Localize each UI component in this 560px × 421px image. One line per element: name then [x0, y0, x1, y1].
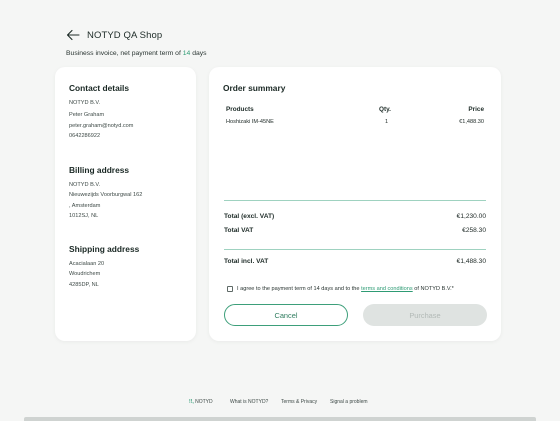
contact-company: NOTYD B.V.	[69, 100, 101, 106]
billing-title: Billing address	[69, 165, 130, 175]
agreement-suffix: of NOTYD B.V.*	[412, 286, 454, 292]
shipping-street: Acacialaan 20	[69, 261, 105, 267]
contact-title: Contact details	[69, 83, 130, 93]
agreement-row: I agree to the payment term of 14 days a…	[227, 286, 454, 292]
item-qty: 1	[385, 119, 389, 125]
billing-postcode: 1012SJ, NL	[69, 213, 99, 220]
invoice-subtitle: Business invoice, net payment term of 14…	[66, 50, 207, 57]
column-price: Price	[468, 106, 484, 113]
footer-link-terms[interactable]: Terms & Privacy	[281, 399, 317, 405]
total-vat-value: €258.30	[462, 227, 486, 234]
agreement-checkbox[interactable]	[227, 286, 233, 292]
cancel-button[interactable]: Cancel	[224, 304, 348, 326]
billing-section: Billing address NOTYD B.V. Nieuwezijds V…	[69, 165, 142, 222]
column-qty: Qty.	[379, 106, 391, 113]
billing-city: , Amsterdam	[69, 202, 101, 209]
total-incl-label: Total incl. VAT	[224, 258, 269, 265]
billing-company: NOTYD B.V.	[69, 182, 101, 188]
footer-link-what-is[interactable]: What is NOTYD?	[230, 399, 268, 405]
shop-title: NOTYD QA Shop	[87, 29, 163, 41]
subtitle-suffix: days	[190, 50, 207, 57]
divider	[224, 249, 486, 250]
shipping-section: Shipping address Acacialaan 20 Woudriche…	[69, 244, 139, 290]
shipping-title: Shipping address	[69, 244, 140, 254]
logo-mark: !!,	[189, 399, 194, 405]
billing-street: Nieuwezijds Voorburgwal 162	[69, 192, 143, 199]
total-excl-label: Total (excl. VAT)	[224, 213, 275, 220]
bottom-edge	[24, 417, 536, 421]
shipping-city: Woudrichem	[69, 271, 101, 278]
footer-link-signal[interactable]: Signal a problem	[330, 399, 368, 405]
agreement-prefix: I agree to the payment term of 14 days a…	[237, 286, 362, 292]
customer-details-card: Contact details NOTYD B.V. Peter Graham …	[55, 67, 196, 341]
divider	[224, 200, 486, 201]
total-incl-value: €1,488.30	[456, 258, 486, 265]
shipping-postcode: 4285DP, NL	[69, 281, 99, 288]
logo-text: NOTYD	[195, 399, 213, 405]
item-product: Hoshizaki IM-45NE	[226, 119, 274, 125]
subtitle-prefix: Business invoice, net payment term of	[66, 50, 183, 57]
notyd-logo[interactable]: !!, NOTYD	[189, 399, 213, 405]
agreement-text: I agree to the payment term of 14 days a…	[237, 286, 454, 292]
contact-section: Contact details NOTYD B.V. Peter Graham …	[69, 83, 133, 142]
contact-email: peter.graham@notyd.com	[69, 122, 134, 129]
item-price: €1,488.30	[459, 119, 484, 125]
terms-link[interactable]: terms and conditions	[361, 286, 413, 292]
column-products: Products	[226, 106, 254, 113]
order-summary-title: Order summary	[223, 83, 286, 93]
total-vat-label: Total VAT	[224, 227, 254, 234]
arrow-left-icon[interactable]	[66, 28, 80, 42]
contact-name: Peter Graham	[69, 112, 105, 119]
total-excl-value: €1,230.00	[456, 213, 486, 220]
contact-phone: 0642286922	[69, 133, 101, 140]
purchase-button[interactable]: Purchase	[363, 304, 487, 326]
page-header: NOTYD QA Shop	[66, 28, 162, 42]
